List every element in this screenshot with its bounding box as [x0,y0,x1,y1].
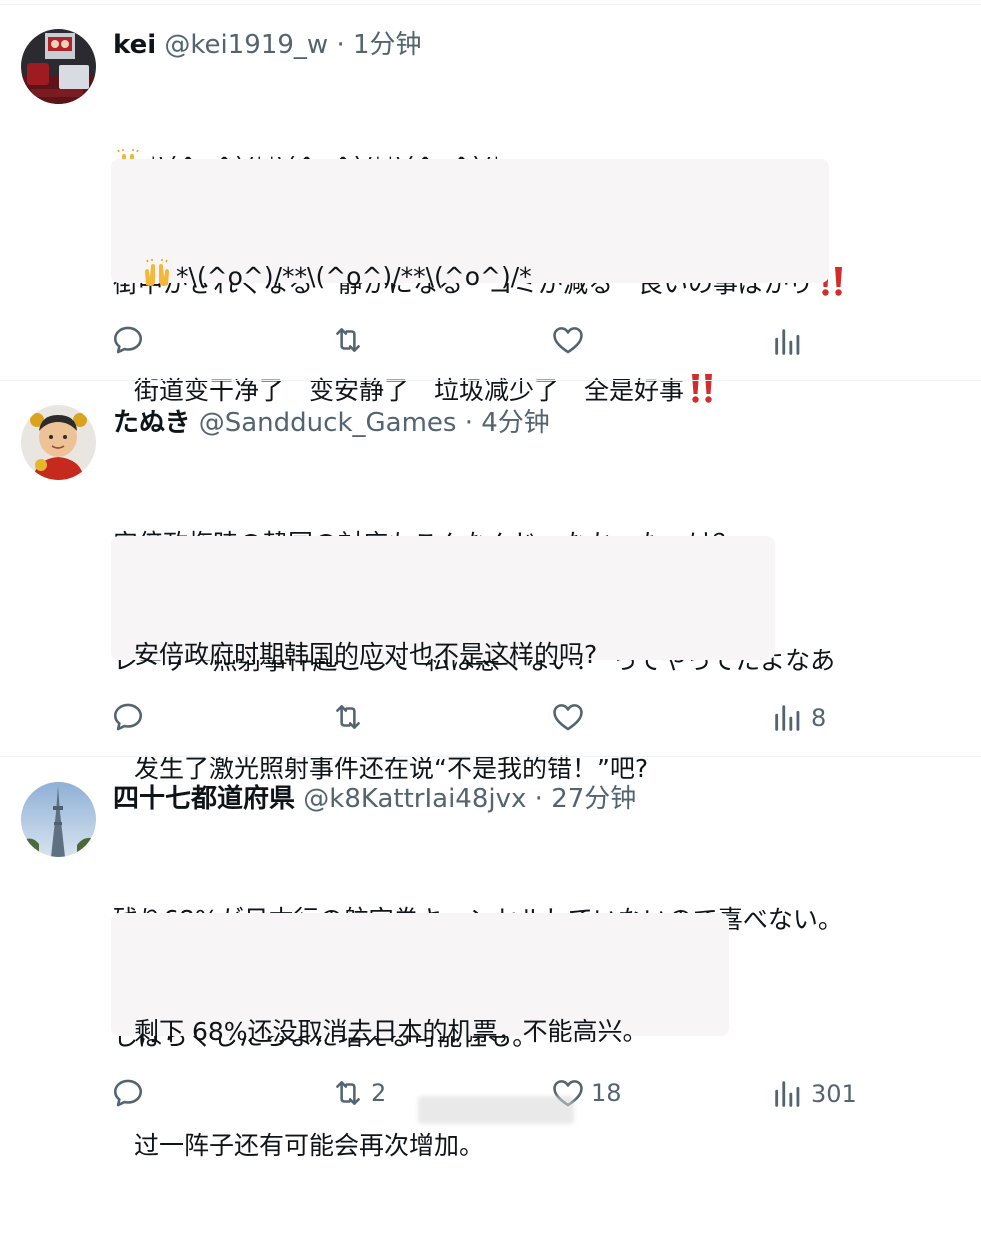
retweet-button[interactable] [331,699,371,735]
reply-button[interactable] [111,699,151,735]
tweet-3[interactable]: 四十七都道府県 @k8KattrIai48jvx · 27分钟 残り68%が日本… [0,757,981,1160]
heart-icon [553,327,583,354]
views-chart-icon [775,329,800,355]
display-name[interactable]: 四十七都道府県 [113,784,295,814]
separator-dot: · [464,408,473,438]
timestamp[interactable]: 4分钟 [481,408,550,438]
tweet-header: 四十七都道府県 @k8KattrIai48jvx · 27分钟 [113,781,636,817]
translation-box: 安倍政府时期韩国的应对也不是这样的吗? 发生了激光照射事件还在说“不是我的错！”… [111,536,775,783]
retweet-icon [336,328,360,352]
like-count: 18 [591,1079,622,1107]
views-button[interactable]: 8 [771,700,826,736]
reply-button[interactable] [111,322,151,358]
views-count: 301 [811,1080,857,1108]
views-chart-icon [775,705,800,731]
views-count: 8 [811,704,827,732]
reply-icon [113,1079,143,1107]
tweet-header: kei @kei1919_w · 1分钟 [113,27,422,63]
handle[interactable]: @kei1919_w [164,30,328,60]
avatar-image [21,405,96,480]
retweet-icon [336,1081,360,1105]
raising-hands-icon [145,259,169,286]
views-button[interactable]: 301 [771,1076,857,1112]
tweet-2[interactable]: たぬき @Sandduck_Games · 4分钟 安倍政権時の韓国の対応もこん… [0,381,981,783]
tweet-header: たぬき @Sandduck_Games · 4分钟 [113,405,550,441]
avatar[interactable] [21,782,96,857]
avatar-image [21,782,96,857]
retweet-button[interactable] [331,322,371,358]
avatar-image [21,29,96,104]
reply-icon [113,703,143,731]
display-name[interactable]: kei [113,30,156,60]
like-button[interactable] [551,322,591,358]
translation-line: 安倍政府时期韩国的应对也不是这样的吗? [134,640,598,669]
retweet-count: 2 [371,1079,387,1107]
translation-kaomoji: *\(^o^)/**\(^o^)/**\(^o^)/* [176,262,532,291]
timestamp[interactable]: 27分钟 [551,784,636,814]
translation-line: *\(^o^)/**\(^o^)/**\(^o^)/* [134,258,714,296]
timestamp[interactable]: 1分钟 [353,30,422,60]
retweet-icon [336,705,360,729]
retweet-button[interactable]: 2 [331,1075,386,1111]
views-button[interactable] [771,324,811,360]
handle[interactable]: @Sandduck_Games [199,408,457,438]
handle[interactable]: @k8KattrIai48jvx [303,784,526,814]
views-chart-icon [775,1081,800,1107]
reply-icon [113,326,143,354]
translation-line: 剩下 68%还没取消去日本的机票，不能高兴。 [134,1017,648,1046]
translation-box: *\(^o^)/**\(^o^)/**\(^o^)/* 街道变干净了 变安静了 … [111,159,829,405]
translation-box: 剩下 68%还没取消去日本的机票，不能高兴。 过一阵子还有可能会再次增加。 [111,913,729,1160]
avatar[interactable] [21,29,96,104]
tweet-1[interactable]: kei @kei1919_w · 1分钟 *\(^o^)/**\(^o^)/**… [0,0,981,405]
display-name[interactable]: たぬき [113,408,190,438]
separator-dot: · [336,30,345,60]
heart-icon [553,704,583,731]
avatar[interactable] [21,405,96,480]
reply-button[interactable] [111,1075,151,1111]
like-button[interactable] [551,699,591,735]
watermark-blur [418,1096,574,1124]
separator-dot: · [534,784,543,814]
